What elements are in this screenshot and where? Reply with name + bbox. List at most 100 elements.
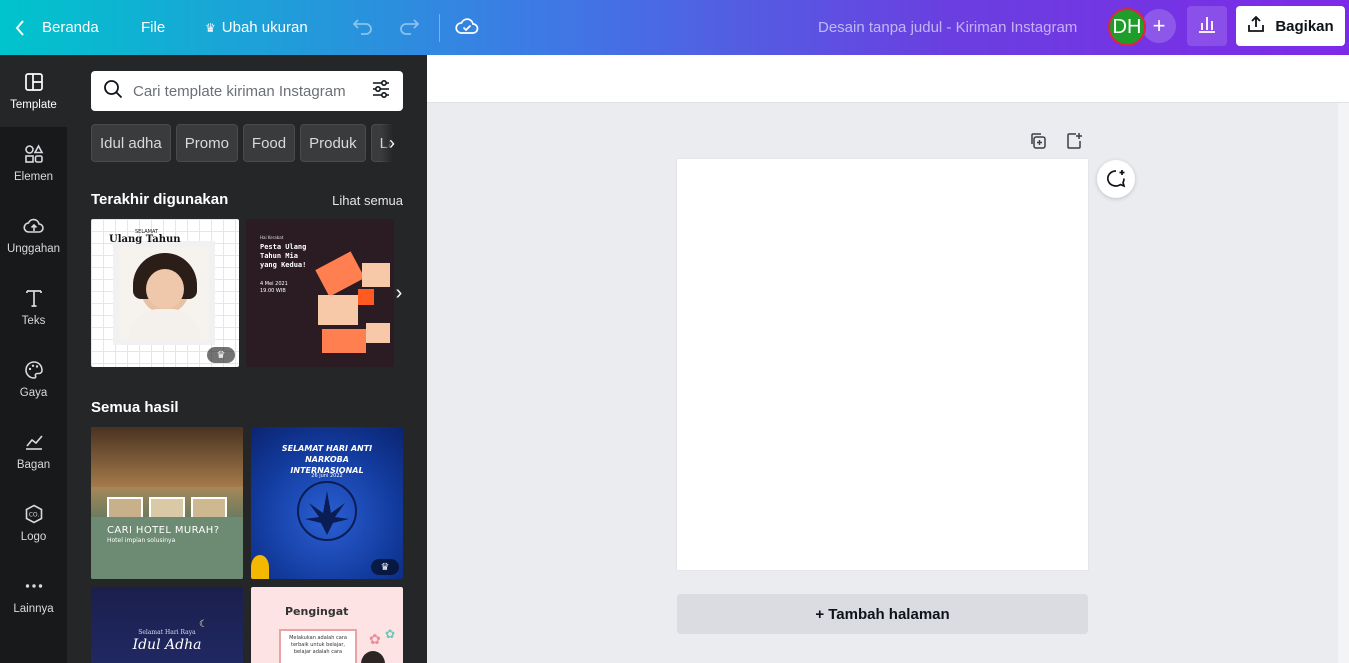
pengingat-body: Melakukan adalah cara terbaik untuk bela… xyxy=(289,635,347,655)
chip-food[interactable]: Food xyxy=(242,124,296,162)
rail-label: Unggahan xyxy=(6,243,61,255)
template-icon xyxy=(24,73,43,91)
template-panel: Idul adhaPromoFoodProdukLa › Terakhir di… xyxy=(67,55,427,663)
hotel-ceiling xyxy=(91,427,243,487)
party-shape-4 xyxy=(358,289,374,305)
category-chips: Idul adhaPromoFoodProdukLa › xyxy=(91,124,403,162)
duplicate-page-button[interactable] xyxy=(1027,130,1049,152)
template-thumb-party[interactable]: Hai Kerabat Pesta Ulang Tahun Mia yang K… xyxy=(246,219,394,367)
insights-button[interactable] xyxy=(1187,6,1227,46)
party-date: 4 Mei 2021 xyxy=(260,281,288,287)
hotel-title: CARI HOTEL MURAH? xyxy=(107,525,220,536)
rail-label: Lainnya xyxy=(13,603,54,615)
recent-templates-row: SELAMAT Ulang Tahun ♛ Hai Kerabat Pesta … xyxy=(91,219,403,367)
rail-item-styles[interactable]: Gaya xyxy=(0,343,67,415)
rail-item-template[interactable]: Template xyxy=(0,55,67,127)
rail-label: Template xyxy=(10,99,57,111)
upload-icon xyxy=(22,218,44,233)
rail-item-elements[interactable]: Elemen xyxy=(0,127,67,199)
flower-icon: ✿ xyxy=(369,631,381,647)
share-button[interactable]: Bagikan xyxy=(1236,6,1345,46)
undo-icon xyxy=(352,17,374,39)
search-icon xyxy=(103,79,123,104)
text-icon xyxy=(25,290,42,307)
logo-icon: CO. xyxy=(25,504,42,524)
all-results-title: Semua hasil xyxy=(91,399,179,416)
rail-label: Teks xyxy=(21,315,46,327)
save-status-button[interactable] xyxy=(454,0,480,55)
chip-idul-adha[interactable]: Idul adha xyxy=(91,124,171,162)
template-thumb-pengingat[interactable]: Pengingat Melakukan adalah cara terbaik … xyxy=(251,587,403,663)
iduladha-title: Idul Adha xyxy=(132,637,202,653)
comment-add-icon xyxy=(1107,170,1126,188)
chip-produk[interactable]: Produk xyxy=(300,124,366,162)
toolbar-divider xyxy=(439,14,440,42)
photo-frame xyxy=(113,241,215,345)
share-icon xyxy=(1247,15,1265,37)
resize-label: Ubah ukuran xyxy=(221,19,308,36)
search-input[interactable] xyxy=(133,82,371,100)
context-toolbar xyxy=(427,55,1349,103)
home-button[interactable]: Beranda xyxy=(14,0,99,55)
design-page[interactable] xyxy=(677,159,1088,570)
chevron-left-icon xyxy=(14,19,26,37)
party-shape-3 xyxy=(318,295,358,325)
template-thumb-narkoba[interactable]: SELAMAT HARI ANTI NARKOBA INTERNASIONAL … xyxy=(251,427,403,579)
svg-text:CO.: CO. xyxy=(28,512,39,519)
portrait-skin xyxy=(146,269,184,309)
recent-next-chevron-icon[interactable]: › xyxy=(387,279,411,307)
pengingat-title: Pengingat xyxy=(285,605,349,618)
bar-chart-icon xyxy=(1197,14,1217,39)
home-label: Beranda xyxy=(42,19,99,36)
add-comment-button[interactable] xyxy=(1097,160,1135,198)
pengingat-figure xyxy=(361,651,385,663)
resize-button[interactable]: ♛ Ubah ukuran xyxy=(205,0,308,55)
party-shape-5 xyxy=(322,329,366,353)
rail-label: Bagan xyxy=(16,459,51,471)
rail-label: Gaya xyxy=(19,387,48,399)
rail-item-more[interactable]: Lainnya xyxy=(0,559,67,631)
portrait-shirt xyxy=(129,309,201,339)
template-thumb-idul-adha[interactable]: Selamat Hari Raya Idul Adha ☾ xyxy=(91,587,243,663)
elements-icon xyxy=(24,144,43,163)
moon-icon: ☾ xyxy=(199,619,208,630)
file-menu-button[interactable]: File xyxy=(141,0,165,55)
rail-item-logo[interactable]: CO. Logo xyxy=(0,487,67,559)
search-box[interactable] xyxy=(91,71,403,111)
rail-item-uploads[interactable]: Unggahan xyxy=(0,199,67,271)
invite-button[interactable]: + xyxy=(1142,9,1176,43)
template-thumb-hotel[interactable]: CARI HOTEL MURAH? Hotel impian solusinya xyxy=(91,427,243,579)
more-icon xyxy=(25,584,42,588)
vertical-scrollbar[interactable] xyxy=(1338,103,1349,663)
chip-promo[interactable]: Promo xyxy=(175,124,238,162)
party-shape-6 xyxy=(366,323,390,343)
flower-icon: ✿ xyxy=(385,627,396,641)
crown-icon: ♛ xyxy=(205,20,216,35)
rail-label: Elemen xyxy=(14,171,53,183)
narkoba-title: SELAMAT HARI ANTI NARKOBA INTERNASIONAL xyxy=(281,444,373,475)
party-shape-2 xyxy=(362,263,390,287)
chevron-right-icon[interactable]: › xyxy=(381,124,403,162)
top-bar: Beranda File ♛ Ubah ukuran Desain tanpa … xyxy=(0,0,1349,55)
hotel-subtitle: Hotel impian solusinya xyxy=(107,537,176,544)
add-page-icon-button[interactable] xyxy=(1063,130,1085,152)
add-page-button[interactable]: + Tambah halaman xyxy=(677,594,1088,634)
narkoba-emblem xyxy=(297,481,357,541)
add-page-icon xyxy=(1067,133,1082,149)
redo-button[interactable] xyxy=(396,0,422,55)
avatar[interactable]: DH xyxy=(1108,8,1146,46)
premium-crown-icon: ♛ xyxy=(207,347,235,363)
premium-crown-icon: ♛ xyxy=(371,559,399,575)
redo-icon xyxy=(398,17,420,39)
see-all-link[interactable]: Lihat semua xyxy=(332,193,403,208)
undo-button[interactable] xyxy=(350,0,376,55)
duplicate-icon xyxy=(1031,133,1046,149)
party-small: Hai Kerabat xyxy=(260,235,284,240)
rail-item-text[interactable]: Teks xyxy=(0,271,67,343)
rail-item-charts[interactable]: Bagan xyxy=(0,415,67,487)
iduladha-small: Selamat Hari Raya xyxy=(138,629,196,636)
share-label: Bagikan xyxy=(1275,17,1334,35)
filter-icon[interactable] xyxy=(371,79,391,104)
document-title[interactable]: Desain tanpa judul - Kiriman Instagram xyxy=(818,0,1077,55)
template-thumb-birthday[interactable]: SELAMAT Ulang Tahun ♛ xyxy=(91,219,239,367)
